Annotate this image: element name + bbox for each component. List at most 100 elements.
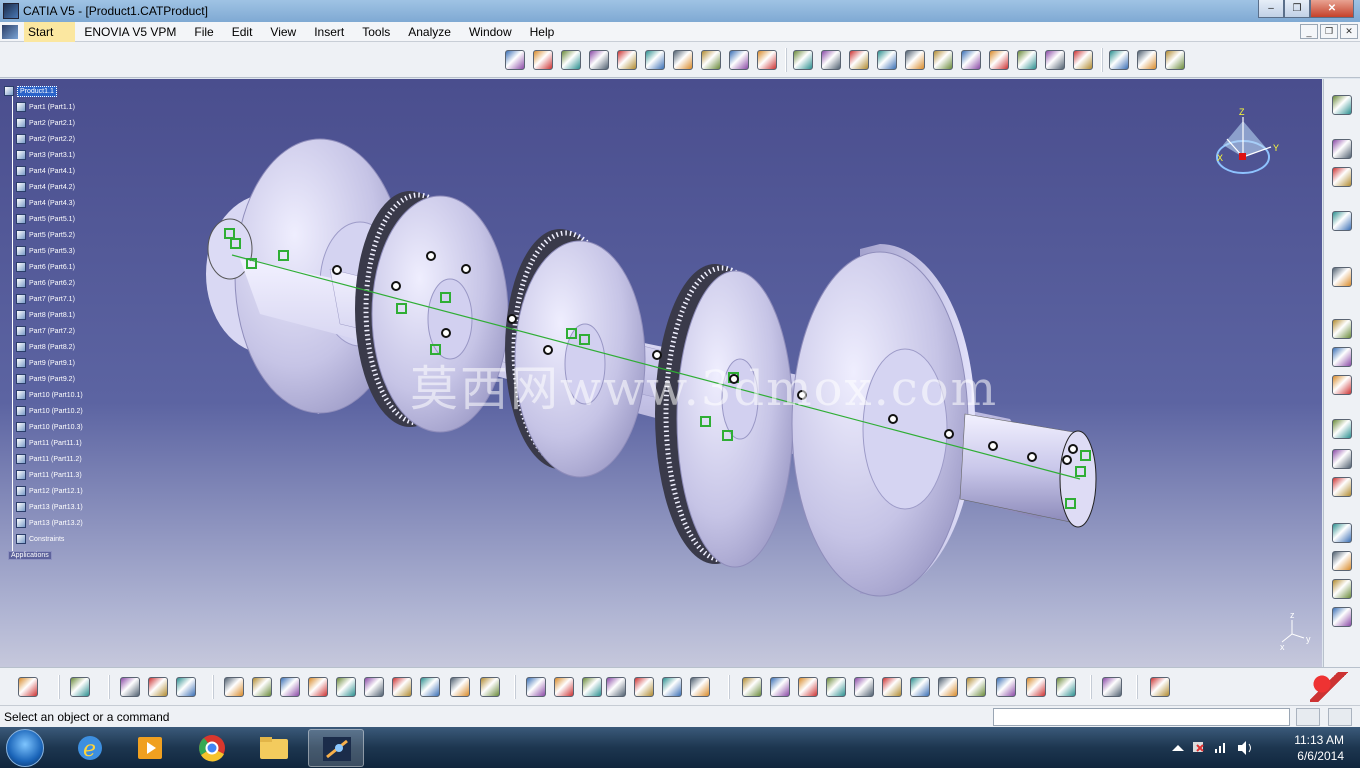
menu-file[interactable]: File <box>185 22 222 42</box>
action-center-icon[interactable] <box>1193 742 1204 752</box>
new-product-icon[interactable] <box>1332 449 1352 469</box>
clock-time[interactable]: 11:13 AM <box>1294 733 1344 747</box>
assembly-icon[interactable] <box>505 50 525 70</box>
reorder-icon[interactable] <box>1332 375 1352 395</box>
command-cancel-button[interactable] <box>1328 708 1352 726</box>
existing-component-icon[interactable] <box>1332 523 1352 543</box>
tree-part-item[interactable]: Part3 (Part3.1) <box>4 147 83 163</box>
file-explorer-icon[interactable] <box>246 729 302 767</box>
tree-part-item[interactable]: Part5 (Part5.3) <box>4 243 83 259</box>
zoom-out-icon[interactable] <box>882 677 902 697</box>
product-icon[interactable] <box>533 50 553 70</box>
tree-part-item[interactable]: Part13 (Part13.2) <box>4 515 83 531</box>
menu-help[interactable]: Help <box>521 22 564 42</box>
grid-icon[interactable] <box>757 50 777 70</box>
text-icon[interactable] <box>989 50 1009 70</box>
paste-icon[interactable] <box>1332 167 1352 187</box>
tree-part-item[interactable]: Part6 (Part6.1) <box>4 259 83 275</box>
table-icon[interactable] <box>606 677 626 697</box>
multi-view-icon[interactable] <box>938 677 958 697</box>
zoom-in-icon[interactable] <box>854 677 874 697</box>
tree-part-item[interactable]: Part9 (Part9.2) <box>4 371 83 387</box>
tree-part-item[interactable]: Part4 (Part4.1) <box>4 163 83 179</box>
3d-viewport[interactable]: X Y Z z x y 莫西网www.3dmox.com Product1.1 … <box>0 79 1322 667</box>
sketch-icon[interactable] <box>645 50 665 70</box>
iso-view-icon[interactable] <box>966 677 986 697</box>
doc-close-button[interactable]: ✕ <box>1340 24 1358 39</box>
tree-part-item[interactable]: Part6 (Part6.2) <box>4 275 83 291</box>
menu-view[interactable]: View <box>261 22 305 42</box>
formula-icon[interactable] <box>526 677 546 697</box>
redo-icon[interactable] <box>450 677 470 697</box>
tree-part-item[interactable]: Part2 (Part2.2) <box>4 131 83 147</box>
component-icon[interactable] <box>561 50 581 70</box>
cut-icon[interactable] <box>336 677 356 697</box>
copy-icon[interactable] <box>364 677 384 697</box>
undo-icon[interactable] <box>420 677 440 697</box>
grid-icon[interactable] <box>70 677 90 697</box>
media-player-icon[interactable] <box>122 729 178 767</box>
knowledge-icon[interactable] <box>148 677 168 697</box>
new-component-icon[interactable] <box>1332 419 1352 439</box>
right-wheel[interactable] <box>791 244 975 597</box>
open-icon[interactable] <box>252 677 272 697</box>
windows-start-button[interactable] <box>6 729 44 767</box>
fit-all-icon[interactable] <box>770 677 790 697</box>
snap-icon[interactable] <box>933 50 953 70</box>
bom-icon[interactable] <box>1332 579 1352 599</box>
print-icon[interactable] <box>308 677 328 697</box>
insert-icon[interactable] <box>877 50 897 70</box>
tree-part-item[interactable]: Part4 (Part4.3) <box>4 195 83 211</box>
menu-edit[interactable]: Edit <box>223 22 262 42</box>
analysis-icon[interactable] <box>673 50 693 70</box>
cursor-icon[interactable] <box>1332 267 1352 287</box>
tree-applications[interactable]: Applications <box>4 547 83 563</box>
tree-part-item[interactable]: Part2 (Part2.1) <box>4 115 83 131</box>
menu-tools[interactable]: Tools <box>353 22 399 42</box>
doc-minimize-button[interactable]: _ <box>1300 24 1318 39</box>
clock-date[interactable]: 6/6/2014 <box>1297 749 1344 763</box>
internet-explorer-icon[interactable]: e <box>62 729 118 767</box>
constraint-icon[interactable] <box>701 50 721 70</box>
shape-icon[interactable] <box>589 50 609 70</box>
tree-constraints[interactable]: Constraints <box>4 531 83 547</box>
tree-icon[interactable] <box>634 677 654 697</box>
gear-icon[interactable] <box>849 50 869 70</box>
new-icon[interactable] <box>224 677 244 697</box>
camera-icon[interactable] <box>18 677 38 697</box>
tree-part-item[interactable]: Part10 (Part10.3) <box>4 419 83 435</box>
tree-part-item[interactable]: Part11 (Part11.3) <box>4 467 83 483</box>
annotation-icon[interactable] <box>1017 50 1037 70</box>
catalog-icon[interactable] <box>1109 50 1129 70</box>
gear-icon[interactable] <box>821 50 841 70</box>
pan-icon[interactable] <box>798 677 818 697</box>
gear-icon[interactable] <box>1332 95 1352 115</box>
menu-start[interactable]: Start <box>24 21 76 42</box>
whats-this-icon[interactable] <box>480 677 500 697</box>
rules-icon[interactable] <box>176 677 196 697</box>
new-part-icon[interactable] <box>1332 477 1352 497</box>
tree-part-item[interactable]: Part10 (Part10.2) <box>4 403 83 419</box>
tree-part-item[interactable]: Part8 (Part8.2) <box>4 339 83 355</box>
volume-icon[interactable] <box>1238 741 1251 755</box>
boolean-icon[interactable] <box>1137 50 1157 70</box>
swap-icon[interactable] <box>1056 677 1076 697</box>
tree-part-item[interactable]: Part10 (Part10.1) <box>4 387 83 403</box>
wizard-icon[interactable] <box>1165 50 1185 70</box>
doc-restore-button[interactable]: ❐ <box>1320 24 1338 39</box>
save-icon[interactable] <box>280 677 300 697</box>
compass[interactable]: X Y Z <box>1216 107 1279 174</box>
minimize-button[interactable]: – <box>1258 0 1284 18</box>
tree-part-item[interactable]: Part7 (Part7.2) <box>4 323 83 339</box>
copy-icon[interactable] <box>1332 139 1352 159</box>
tree-part-item[interactable]: Part12 (Part12.1) <box>4 483 83 499</box>
tree-part-item[interactable]: Part9 (Part9.1) <box>4 355 83 371</box>
tree-part-item[interactable]: Part5 (Part5.1) <box>4 211 83 227</box>
3ds-logo-icon[interactable] <box>1150 677 1170 697</box>
rotate-icon[interactable] <box>826 677 846 697</box>
hide-icon[interactable] <box>1026 677 1046 697</box>
normal-view-icon[interactable] <box>910 677 930 697</box>
edit-icon[interactable] <box>905 50 925 70</box>
render-icon[interactable] <box>996 677 1016 697</box>
tree-part-item[interactable]: Part7 (Part7.1) <box>4 291 83 307</box>
